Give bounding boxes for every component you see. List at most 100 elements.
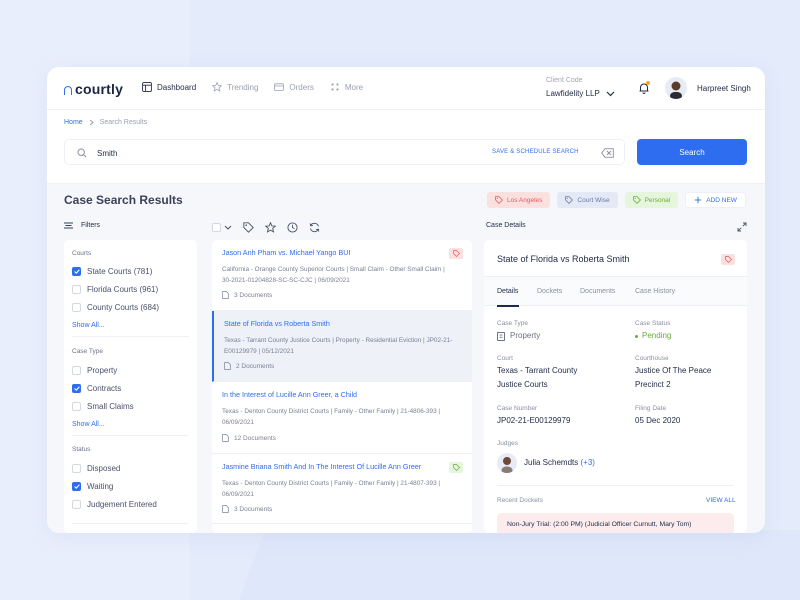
tab-dockets[interactable]: Dockets xyxy=(537,288,562,295)
chip-los-angeles[interactable]: Los Angeles xyxy=(487,192,551,208)
search-input[interactable] xyxy=(97,146,477,160)
checkbox[interactable] xyxy=(72,402,81,411)
courthouse-line: Precinct 2 xyxy=(635,380,671,389)
nav-dashboard[interactable]: Dashboard xyxy=(142,82,196,92)
case-meta: Texas - Denton County District Courts | … xyxy=(222,478,454,500)
logo-icon xyxy=(64,85,72,95)
star-icon[interactable] xyxy=(265,222,276,233)
filter-panel: Courts State Courts (781) Florida Courts… xyxy=(64,240,197,533)
case-tag-badge[interactable] xyxy=(449,248,463,259)
checkbox-checked[interactable] xyxy=(72,384,81,393)
user-name[interactable]: Harpreet Singh xyxy=(697,84,751,93)
show-all-link[interactable]: Show All... xyxy=(72,421,105,428)
case-documents[interactable]: 12 Documents xyxy=(222,434,276,442)
case-detail-title: State of Florida vs Roberta Smith xyxy=(497,254,630,264)
tab-documents[interactable]: Documents xyxy=(580,288,615,295)
filter-option[interactable]: Disposed xyxy=(72,464,120,473)
search-button[interactable]: Search xyxy=(637,139,747,165)
document-icon xyxy=(222,434,229,442)
search-box: SAVE & SCHEDULE SEARCH xyxy=(64,139,625,165)
filters-header[interactable]: Filters xyxy=(64,222,100,229)
checkbox[interactable] xyxy=(72,464,81,473)
court-line: Justice Courts xyxy=(497,380,548,389)
notifications-button[interactable] xyxy=(637,81,651,95)
nav-more[interactable]: More xyxy=(330,82,363,92)
check-icon xyxy=(73,484,80,489)
case-tag-badge[interactable] xyxy=(721,254,735,265)
filter-option-label: State Courts (781) xyxy=(87,267,153,276)
checkbox[interactable] xyxy=(72,303,81,312)
breadcrumb-home[interactable]: Home xyxy=(64,119,83,126)
docket-card[interactable]: Non-Jury Trial: (2:00 PM) (Judicial Offi… xyxy=(497,513,734,533)
tab-details[interactable]: Details xyxy=(497,288,518,295)
checkbox[interactable] xyxy=(72,285,81,294)
case-title-link[interactable]: State of Florida vs Roberta Smith xyxy=(224,319,330,328)
filter-option[interactable]: Property xyxy=(72,366,117,375)
filter-option-label: Waiting xyxy=(87,482,114,491)
case-number-label: Case Number xyxy=(497,405,538,412)
case-detail-panel: State of Florida vs Roberta Smith Detail… xyxy=(484,240,747,533)
filter-option[interactable]: Florida Courts (961) xyxy=(72,285,158,294)
judge-avatar[interactable] xyxy=(497,453,517,473)
courthouse-label: Courthouse xyxy=(635,355,669,362)
chip-personal[interactable]: Personal xyxy=(624,192,679,208)
card-icon xyxy=(274,83,285,91)
recent-dockets-label: Recent Dockets xyxy=(497,497,543,504)
chevron-down-icon xyxy=(606,91,615,96)
tag-icon xyxy=(565,196,574,204)
case-meta: Texas - Denton County District Courts | … xyxy=(222,406,454,428)
case-meta-line: 06/09/2021 xyxy=(222,491,254,498)
case-documents[interactable]: 2 Documents xyxy=(224,362,274,370)
case-documents[interactable]: 3 Documents xyxy=(222,291,272,299)
add-new-chip-button[interactable]: ADD NEW xyxy=(685,192,746,208)
logo[interactable]: courtly xyxy=(64,81,123,97)
filter-option[interactable]: State Courts (781) xyxy=(72,267,152,276)
nav-trending[interactable]: Trending xyxy=(212,82,258,92)
case-documents[interactable]: 3 Documents xyxy=(222,505,272,513)
top-bar: courtly Dashboard Trending Orders More C… xyxy=(47,67,765,110)
check-icon xyxy=(73,386,80,391)
clock-icon[interactable] xyxy=(287,222,298,233)
case-meta: Texas - Tarrant County Justice Courts | … xyxy=(224,335,456,357)
backspace-icon[interactable] xyxy=(601,148,614,158)
filter-option[interactable]: County Courts (684) xyxy=(72,303,159,312)
filter-option[interactable]: Waiting xyxy=(72,482,113,491)
tag-icon[interactable] xyxy=(243,222,254,233)
case-title-link[interactable]: Jasmine Briana Smith And In The Interest… xyxy=(222,462,421,471)
chevron-down-icon xyxy=(224,225,232,230)
case-list: Jason Anh Pham vs. Michael Yango BUI Cal… xyxy=(212,240,472,533)
active-tab-indicator xyxy=(497,305,519,307)
client-code-value: Lawfidelity LLP xyxy=(546,89,600,98)
checkbox-checked[interactable] xyxy=(72,267,81,276)
case-list-item[interactable]: Jason Anh Pham vs. Michael Yango BUI Cal… xyxy=(212,240,472,311)
save-schedule-search-link[interactable]: SAVE & SCHEDULE SEARCH xyxy=(492,149,579,155)
checkbox-checked[interactable] xyxy=(72,482,81,491)
filter-option[interactable]: Contracts xyxy=(72,384,121,393)
case-list-item[interactable]: In the Interest of Lucille Ann Greer, a … xyxy=(212,382,472,454)
judge-value[interactable]: Julia Schemdts (+3) xyxy=(524,456,595,470)
expand-icon[interactable] xyxy=(737,222,747,232)
user-avatar[interactable] xyxy=(665,77,687,99)
person-icon xyxy=(501,457,513,473)
show-all-link[interactable]: Show All... xyxy=(72,322,105,329)
case-title-link[interactable]: Jason Anh Pham vs. Michael Yango BUI xyxy=(222,248,350,257)
select-all-checkbox[interactable] xyxy=(212,223,221,232)
filter-divider xyxy=(72,523,189,524)
filter-option[interactable]: Judgement Entered xyxy=(72,500,157,509)
chip-court-wise[interactable]: Court Wise xyxy=(557,192,618,208)
case-tag-badge[interactable] xyxy=(449,462,463,473)
checkbox[interactable] xyxy=(72,366,81,375)
judge-more-count[interactable]: (+3) xyxy=(580,458,594,467)
case-list-item-selected[interactable]: State of Florida vs Roberta Smith Texas … xyxy=(212,311,472,382)
nav-orders[interactable]: Orders xyxy=(274,82,314,92)
select-all-dropdown[interactable] xyxy=(212,223,232,232)
view-all-link[interactable]: VIEW ALL xyxy=(706,497,736,504)
case-title-link[interactable]: In the Interest of Lucille Ann Greer, a … xyxy=(222,390,357,399)
case-list-item[interactable]: Jasmine Briana Smith And In The Interest… xyxy=(212,454,472,524)
tab-case-history[interactable]: Case History xyxy=(635,288,675,295)
refresh-icon[interactable] xyxy=(309,222,320,233)
client-code-selector[interactable]: Client Code Lawfidelity LLP xyxy=(546,77,615,98)
checkbox[interactable] xyxy=(72,500,81,509)
filter-option[interactable]: Small Claims xyxy=(72,402,134,411)
filter-group-title: Courts xyxy=(72,250,92,257)
